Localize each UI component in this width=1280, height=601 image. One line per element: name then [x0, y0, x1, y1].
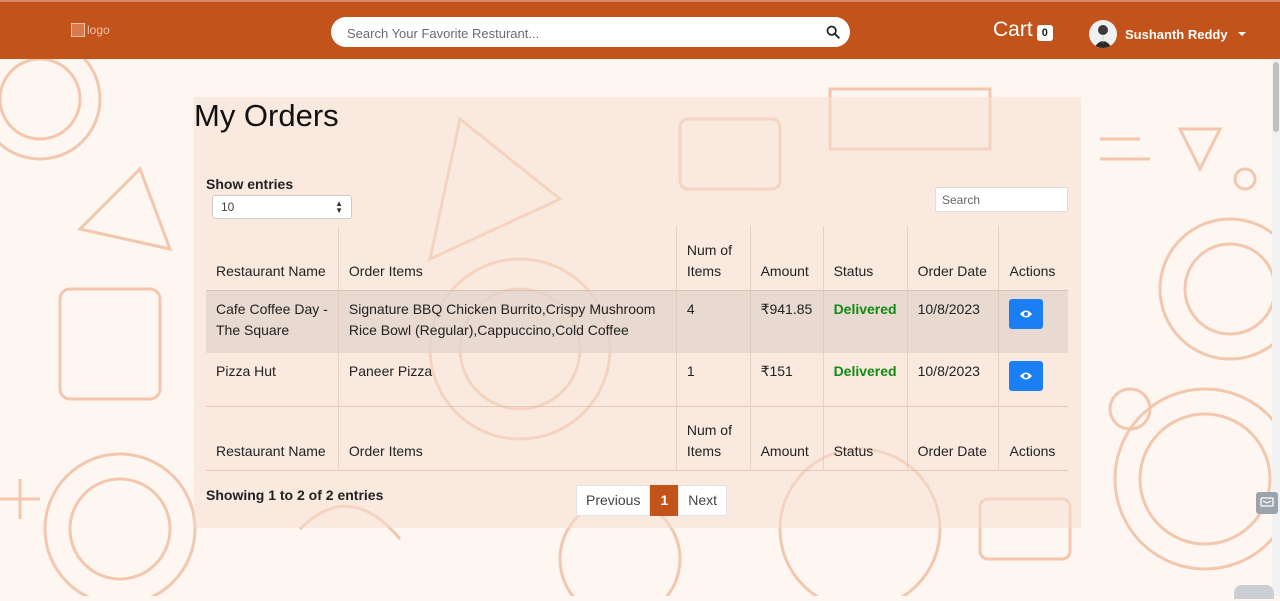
table-search-input[interactable] [935, 187, 1068, 212]
cell-actions [998, 353, 1068, 406]
top-navbar: logo Cart 0 Sushanth Reddy [0, 0, 1280, 59]
col-footer-amount: Amount [749, 406, 824, 470]
eye-icon [1020, 372, 1033, 380]
show-entries-label: Show entries [206, 176, 294, 192]
col-footer-num-items: Num of Items [675, 406, 751, 470]
cell-restaurant: Pizza Hut [216, 363, 276, 379]
cell-order-date: 10/8/2023 [906, 290, 999, 353]
cell-order-items: Paneer Pizza [337, 353, 677, 406]
pagination-next[interactable]: Next [678, 485, 728, 516]
page-title: My Orders [194, 98, 339, 133]
table-row: Cafe Coffee Day - The Square Signature B… [206, 290, 1068, 353]
entries-per-page-select[interactable]: 10 ▲ ▼ [212, 195, 352, 219]
cell-amount: ₹941.85 [749, 290, 824, 353]
select-arrows-icon: ▲ ▼ [335, 199, 343, 215]
chat-icon [1260, 497, 1274, 507]
col-header-actions: Actions [998, 226, 1068, 290]
cart-label: Cart [993, 18, 1033, 41]
user-avatar [1089, 20, 1117, 48]
restaurant-search-bar [331, 17, 850, 49]
broken-image-icon [71, 23, 85, 37]
table-header-row: Restaurant Name Order Items Num of Items… [206, 226, 1068, 290]
cell-order-items: Signature BBQ Chicken Burrito,Crispy Mus… [337, 290, 677, 353]
col-header-amount[interactable]: Amount [749, 226, 824, 290]
caret-down-icon [1237, 32, 1246, 36]
col-header-status[interactable]: Status [822, 226, 908, 290]
page-scrollbar[interactable] [1272, 59, 1280, 596]
orders-table: Restaurant Name Order Items Num of Items… [206, 226, 1068, 471]
col-header-items[interactable]: Order Items [337, 226, 677, 290]
cell-order-date: 10/8/2023 [906, 353, 999, 406]
cell-status: Delivered [822, 290, 908, 353]
table-footer-row: Restaurant Name Order Items Num of Items… [206, 406, 1068, 470]
col-footer-restaurant: Restaurant Name [216, 442, 326, 459]
cell-num-items: 1 [675, 353, 751, 406]
col-header-num-items[interactable]: Num of Items [675, 226, 751, 290]
cell-restaurant: Cafe Coffee Day - The Square [216, 300, 328, 338]
cell-status: Delivered [822, 353, 908, 406]
cell-actions [998, 290, 1068, 353]
pagination-page-1[interactable]: 1 [650, 485, 679, 516]
table-info-text: Showing 1 to 2 of 2 entries [206, 487, 384, 503]
table-row: Pizza Hut Paneer Pizza 1 ₹151 Delivered … [206, 353, 1068, 406]
site-logo[interactable]: logo [71, 23, 110, 37]
col-header-order-date[interactable]: Order Date [906, 226, 999, 290]
col-footer-status: Status [822, 406, 908, 470]
col-header-restaurant[interactable]: Restaurant Name [206, 226, 338, 290]
search-icon[interactable] [826, 25, 840, 39]
pagination: Previous 1 Next [576, 485, 728, 516]
view-order-button[interactable] [1009, 298, 1044, 329]
col-footer-items: Order Items [337, 406, 677, 470]
cart-count-badge: 0 [1036, 25, 1053, 41]
pagination-previous[interactable]: Previous [576, 485, 651, 516]
eye-icon [1020, 310, 1033, 317]
user-menu-dropdown[interactable]: Sushanth Reddy [1089, 20, 1246, 48]
view-order-button[interactable] [1009, 361, 1044, 391]
scrollbar-thumb[interactable] [1273, 62, 1279, 132]
cell-num-items: 4 [675, 290, 751, 353]
col-footer-order-date: Order Date [906, 406, 999, 470]
bottom-widget-tab[interactable] [1234, 585, 1274, 599]
cell-amount: ₹151 [749, 353, 824, 406]
user-name: Sushanth Reddy [1125, 26, 1228, 42]
logo-alt-text: logo [87, 23, 110, 37]
cart-button[interactable]: Cart 0 [993, 18, 1053, 42]
side-widget-button[interactable] [1256, 492, 1278, 514]
entries-select-value: 10 [221, 200, 235, 214]
restaurant-search-input[interactable] [345, 17, 819, 49]
col-footer-actions: Actions [998, 406, 1068, 470]
